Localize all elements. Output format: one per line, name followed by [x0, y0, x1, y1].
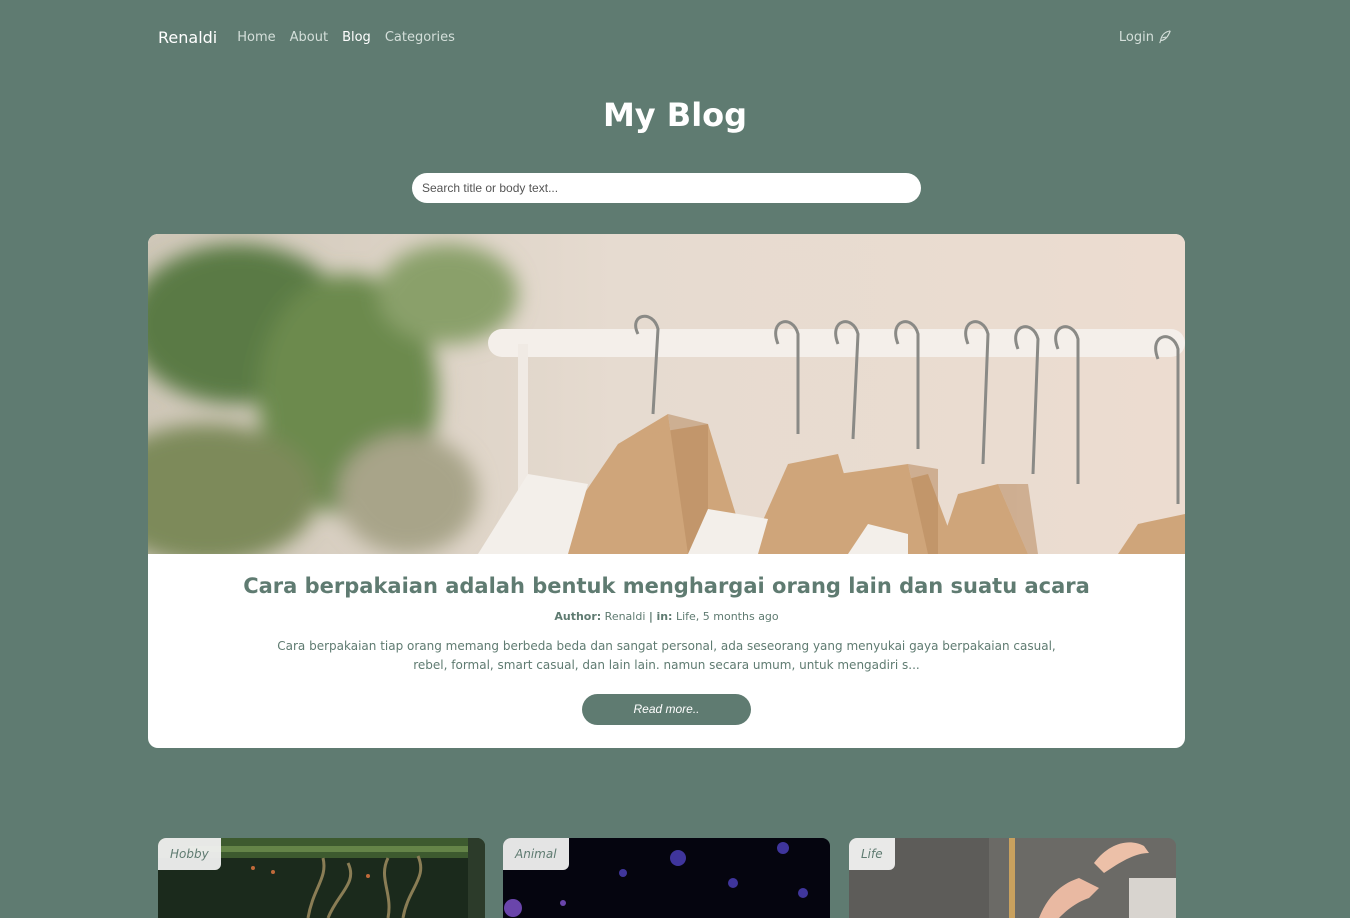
post-card-animal[interactable]: Animal: [503, 838, 830, 918]
nav-links: Home About Blog Categories: [237, 30, 455, 45]
post-title[interactable]: Cara berpakaian adalah bentuk menghargai…: [148, 574, 1185, 598]
featured-post-image[interactable]: [148, 234, 1185, 554]
author-name[interactable]: Renaldi: [605, 610, 646, 623]
post-card-image: [849, 838, 1176, 918]
featured-post-card: Cara berpakaian adalah bentuk menghargai…: [148, 234, 1185, 748]
page-title: My Blog: [602, 96, 748, 134]
nav-link-categories[interactable]: Categories: [385, 30, 455, 45]
category-tag[interactable]: Hobby: [158, 838, 221, 870]
featured-post-body: Cara berpakaian adalah bentuk menghargai…: [148, 554, 1185, 725]
category-tag[interactable]: Life: [849, 838, 895, 870]
post-card-life[interactable]: Life: [849, 838, 1176, 918]
brand-logo[interactable]: Renaldi: [158, 28, 217, 47]
login-label: Login: [1118, 29, 1154, 45]
post-meta: Author: Renaldi | in: Life, 5 months ago: [148, 610, 1185, 623]
navbar: Renaldi Home About Blog Categories Login: [158, 24, 1172, 50]
in-label: in:: [656, 610, 673, 623]
post-card-hobby[interactable]: Hobby: [158, 838, 485, 918]
category-and-time: Life, 5 months ago: [675, 610, 779, 623]
read-more-button[interactable]: Read more..: [582, 694, 751, 725]
nav-link-home[interactable]: Home: [237, 30, 275, 45]
meta-separator: |: [648, 610, 653, 623]
post-excerpt: Cara berpakaian tiap orang memang berbed…: [277, 639, 1056, 672]
nav-link-about[interactable]: About: [290, 30, 328, 45]
feather-icon: [1159, 30, 1171, 44]
category-tag[interactable]: Animal: [503, 838, 569, 870]
login-link[interactable]: Login: [1119, 30, 1172, 45]
author-label: Author:: [554, 610, 602, 623]
search-input[interactable]: [412, 173, 921, 203]
nav-link-blog[interactable]: Blog: [342, 30, 371, 45]
